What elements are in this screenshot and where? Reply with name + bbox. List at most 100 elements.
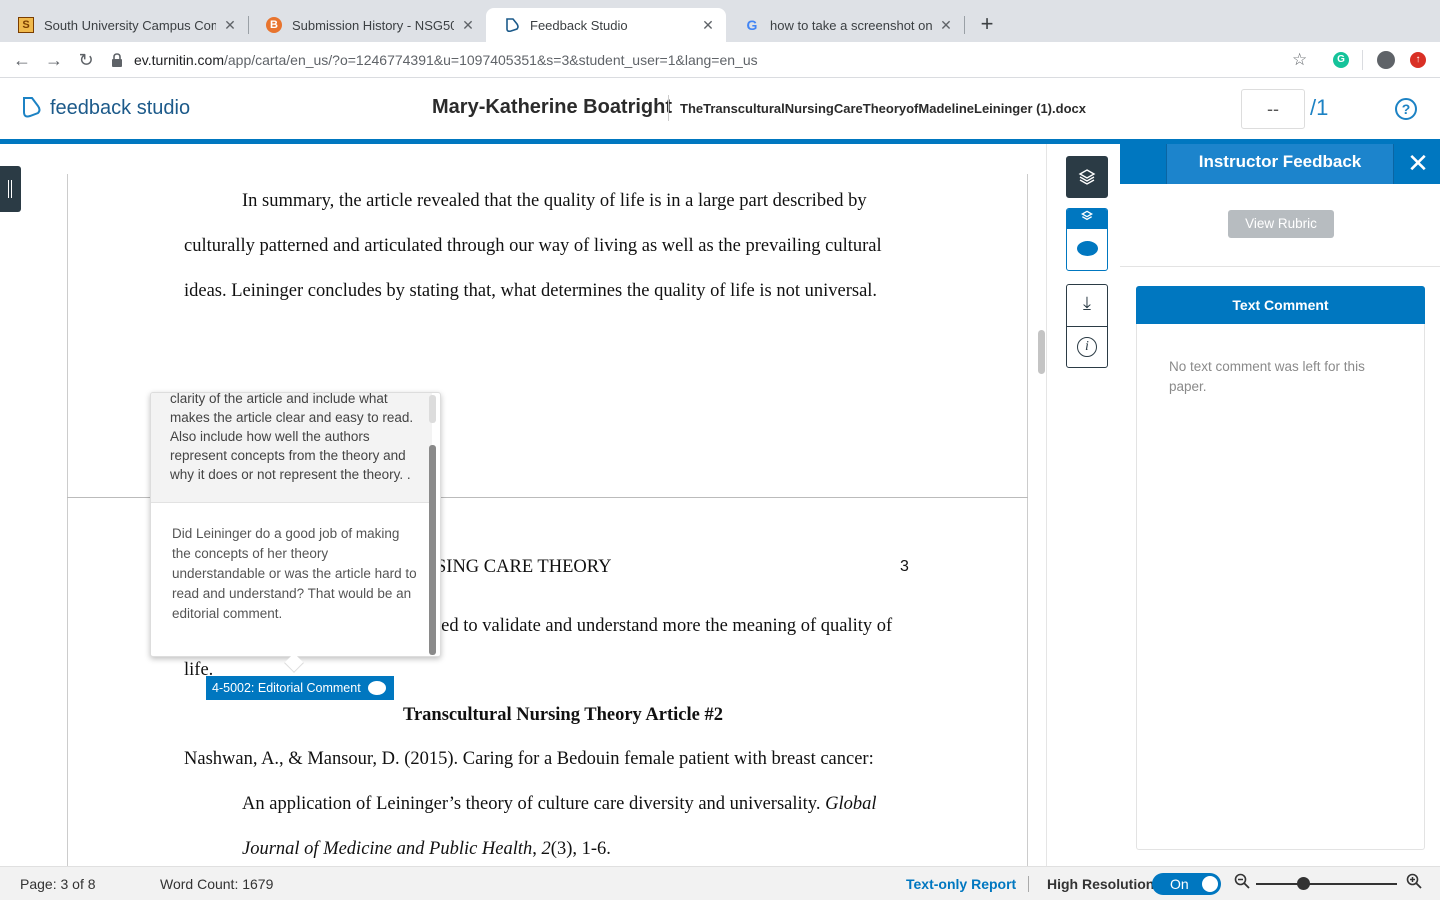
reference-text: (3), 1-6. <box>550 839 611 859</box>
page-number: 3 <box>900 558 909 575</box>
tab-close-icon[interactable]: ✕ <box>222 17 238 34</box>
reference-journal: Journal of Medicine and Public Health <box>242 839 533 859</box>
layers-icon <box>1078 169 1096 185</box>
comment-popup[interactable]: clarity of the article and include what … <box>150 392 441 657</box>
feedback-studio-favicon-icon <box>504 17 520 33</box>
document-name: TheTransculturalNursingCareTheoryofMadel… <box>680 101 1086 116</box>
zoom-in-icon[interactable] <box>1406 873 1422 894</box>
logo-text: feedback studio <box>50 96 191 119</box>
editorial-comment-tag[interactable]: 4-5002: Editorial Comment <box>206 676 394 700</box>
text-only-report-link[interactable]: Text-only Report <box>906 876 1016 892</box>
comment-text: Did Leininger do a good job of making th… <box>172 526 417 621</box>
layers-button[interactable] <box>1066 156 1108 198</box>
toggle-knob <box>1202 876 1218 892</box>
word-count: Word Count: 1679 <box>160 876 274 892</box>
text-comment-body: No text comment was left for this paper. <box>1169 359 1365 394</box>
header-divider <box>668 95 669 121</box>
page-indicator: Page: 3 of 8 <box>20 876 96 892</box>
help-icon[interactable]: ? <box>1395 98 1417 120</box>
layers-small-icon <box>1067 209 1107 229</box>
popup-scrollbar[interactable] <box>429 445 436 655</box>
browser-tab[interactable]: G how to take a screenshot on a ✕ <box>726 8 964 42</box>
tab-title: South University Campus Com <box>44 17 216 33</box>
text-comment-card: Text Comment No text comment was left fo… <box>1136 286 1425 850</box>
article-heading: Transcultural Nursing Theory Article #2 <box>403 705 723 725</box>
comment-upper-section: clarity of the article and include what … <box>151 393 432 503</box>
forward-icon[interactable]: → <box>42 48 66 72</box>
view-rubric-button[interactable]: View Rubric <box>1228 210 1334 238</box>
reference-text: An application of Leininger’s theory of … <box>242 794 826 814</box>
speech-bubble-icon <box>368 681 386 695</box>
new-tab-button[interactable]: + <box>976 12 998 36</box>
document-line: ideas. Leininger concludes by stating th… <box>184 281 878 301</box>
address-bar[interactable]: ev.turnitin.com/app/carta/en_us/?o=12467… <box>110 46 1320 74</box>
tab-separator <box>964 16 965 34</box>
reference-line: Nashwan, A., & Mansour, D. (2015). Carin… <box>184 749 874 769</box>
toggle-label: On <box>1170 876 1189 892</box>
comment-tag-label: 4-5002: Editorial Comment <box>212 681 361 695</box>
document-line: led to validate and understand more the … <box>436 616 893 636</box>
url-path: /app/carta/en_us/?o=1246774391&u=1097405… <box>224 52 758 68</box>
feedback-studio-logo[interactable]: feedback studio <box>20 95 190 121</box>
download-icon[interactable]: ⤓ <box>1067 293 1107 314</box>
profile-avatar-icon[interactable] <box>1377 51 1395 69</box>
status-bar: Page: 3 of 8 Word Count: 1679 Text-only … <box>0 866 1440 900</box>
zoom-slider-track[interactable] <box>1256 883 1397 885</box>
tab-title: Feedback Studio <box>530 17 628 33</box>
tab-close-icon[interactable]: ✕ <box>700 17 716 34</box>
reload-icon[interactable]: ↻ <box>74 48 98 72</box>
browser-tab-active[interactable]: Feedback Studio ✕ <box>486 8 726 42</box>
student-name: Mary-Katherine Boatright <box>432 96 673 118</box>
reference-line: Journal of Medicine and Public Health, 2… <box>242 839 611 860</box>
blackboard-favicon-icon: B <box>266 17 282 33</box>
grading-layer-button[interactable] <box>1066 208 1108 271</box>
tab-title: how to take a screenshot on a <box>770 17 932 33</box>
grip-icon <box>8 180 9 198</box>
panel-title: Instructor Feedback <box>1166 144 1394 184</box>
text-comment-title: Text Comment <box>1136 286 1425 324</box>
browser-toolbar: ← → ↻ ev.turnitin.com/app/carta/en_us/?o… <box>0 42 1440 78</box>
tab-title: Submission History - NSG500 <box>292 17 454 33</box>
zoom-slider-handle[interactable] <box>1296 877 1310 890</box>
browser-tab[interactable]: S South University Campus Com ✕ <box>0 8 248 42</box>
grade-input[interactable]: -- <box>1241 89 1305 129</box>
side-panel-toggle[interactable] <box>0 166 21 212</box>
tab-close-icon[interactable]: ✕ <box>938 17 954 34</box>
browser-tab-strip: S South University Campus Com ✕ B Submis… <box>0 0 1440 42</box>
panel-divider <box>1120 266 1440 267</box>
status-divider <box>1028 876 1029 892</box>
reference-volume: 2 <box>541 839 551 859</box>
bookmark-star-icon[interactable]: ☆ <box>1292 50 1307 70</box>
browser-tab[interactable]: B Submission History - NSG500 ✕ <box>248 8 486 42</box>
zoom-out-icon[interactable] <box>1234 873 1250 894</box>
high-resolution-toggle[interactable]: On <box>1152 873 1221 895</box>
reference-journal: Global <box>825 794 877 814</box>
chrome-update-icon[interactable]: ↑ <box>1410 52 1426 68</box>
grade-total: /1 <box>1310 95 1329 120</box>
close-icon[interactable]: ✕ <box>1406 148 1430 178</box>
tool-rail: ⤓ i <box>1046 144 1120 866</box>
running-head: SING CARE THEORY <box>436 557 612 577</box>
high-resolution-label: High Resolution <box>1047 876 1155 892</box>
popup-scrollbar-track <box>429 395 436 423</box>
feedback-studio-logo-icon <box>23 97 41 118</box>
comment-bubble-icon <box>1077 241 1098 256</box>
comment-text: clarity of the article and include what … <box>170 392 414 482</box>
document-line: In summary, the article revealed that th… <box>242 191 867 211</box>
app-header: feedback studio Mary-Katherine Boatright… <box>0 79 1440 139</box>
grammarly-extension-icon[interactable]: G <box>1333 52 1349 68</box>
reference-line: An application of Leininger’s theory of … <box>242 794 876 815</box>
document-scrollbar[interactable] <box>1038 330 1045 374</box>
lock-icon <box>112 53 122 67</box>
download-info-group: ⤓ i <box>1066 284 1108 368</box>
page-border <box>67 174 68 866</box>
rail-divider <box>1067 326 1107 327</box>
page-border <box>1027 174 1028 866</box>
info-icon[interactable]: i <box>1077 337 1097 357</box>
tab-close-icon[interactable]: ✕ <box>460 17 476 34</box>
panel-header: Instructor Feedback ✕ <box>1120 144 1440 184</box>
south-university-favicon-icon: S <box>18 17 34 33</box>
reference-text: , <box>532 839 542 859</box>
url-host: ev.turnitin.com <box>134 52 224 68</box>
back-icon[interactable]: ← <box>10 48 34 72</box>
